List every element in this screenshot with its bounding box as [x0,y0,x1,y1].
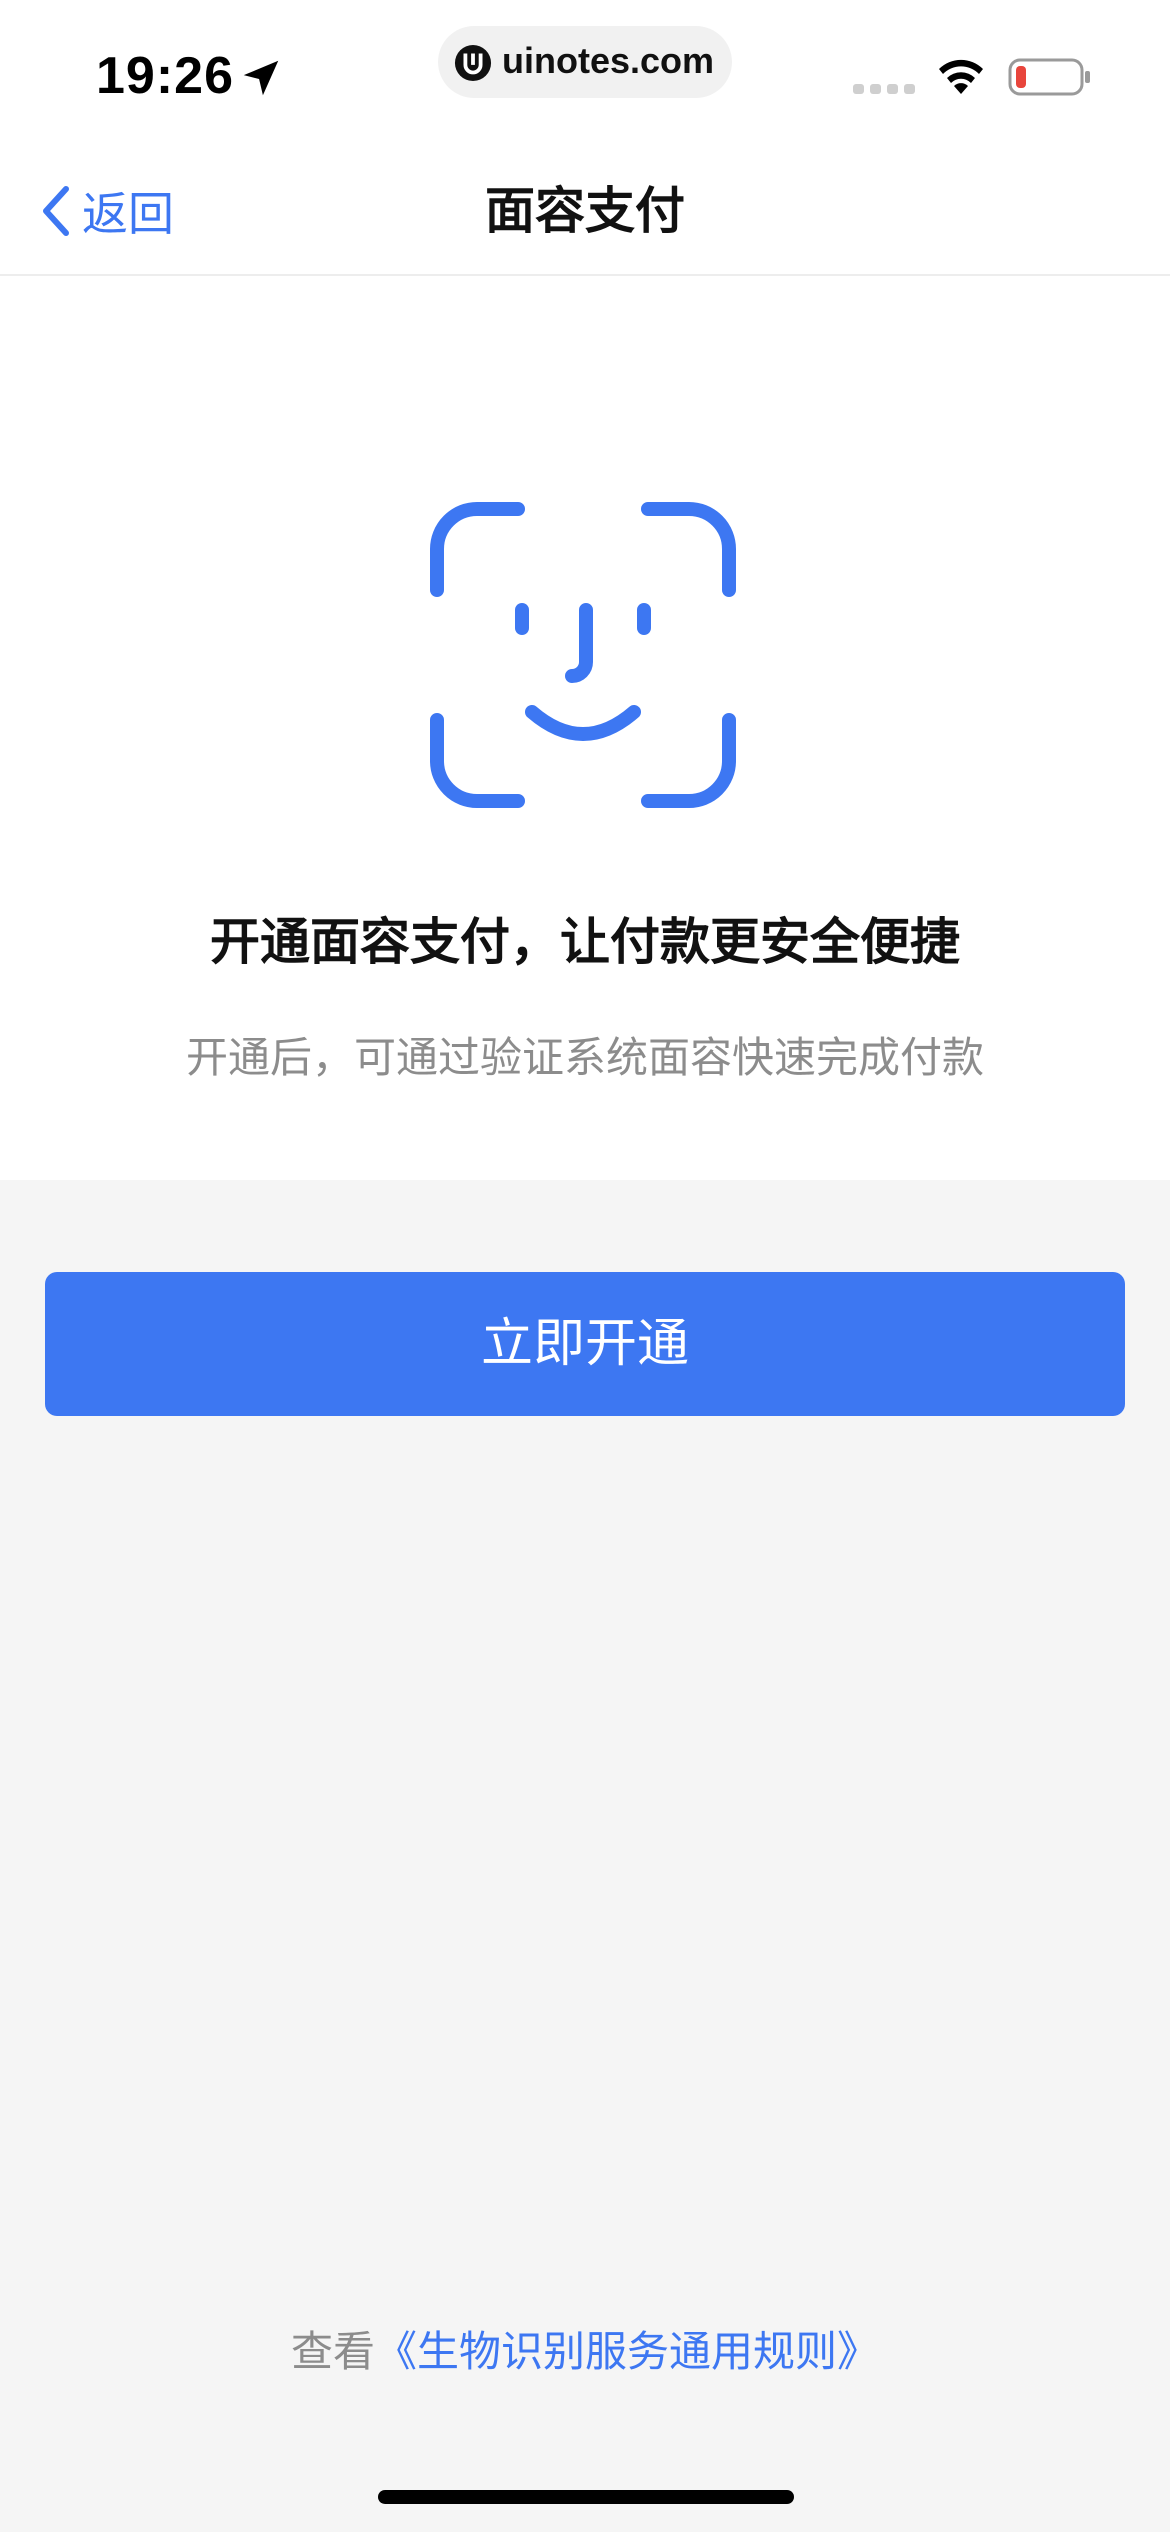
uinotes-logo-icon [454,44,492,82]
face-id-icon [430,502,736,808]
headline: 开通面容支付，让付款更安全便捷 [210,913,960,971]
biometric-rules-link[interactable]: 《生物识别服务通用规则》 [375,2327,879,2376]
url-pill[interactable]: uinotes.com [438,26,732,98]
enable-now-button[interactable]: 立即开通 [45,1272,1125,1416]
url-text: uinotes.com [502,40,715,81]
wifi-icon [939,59,983,94]
cellular-signal-icon [853,84,915,94]
status-time: 19:26 [96,47,234,105]
location-arrow-icon [243,60,279,96]
home-indicator[interactable] [378,2490,794,2504]
navigation-bar: 返回 面容支付 [0,150,1170,276]
footer-prefix: 查看 [290,2327,375,2376]
subline: 开通后，可通过验证系统面容快速完成付款 [185,1033,984,1082]
page-title: 面容支付 [485,182,685,240]
status-bar: 19:26 uinotes.com [0,0,1170,150]
content-card: 开通面容支付，让付款更安全便捷 开通后，可通过验证系统面容快速完成付款 [0,276,1170,1180]
battery-low-icon [1008,58,1090,96]
footer-terms: 查看《生物识别服务通用规则》 [0,2322,1170,2382]
